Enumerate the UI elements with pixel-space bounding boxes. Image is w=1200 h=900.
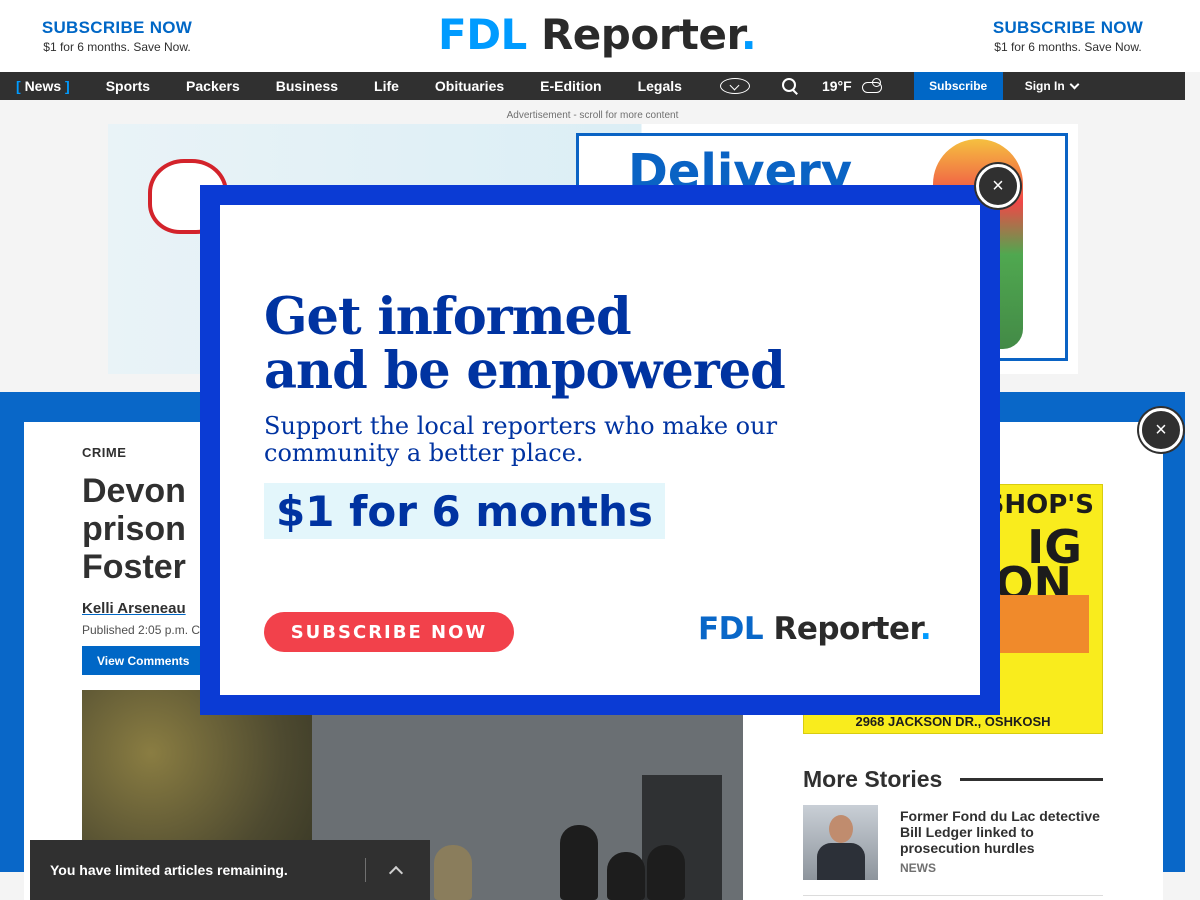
modal-logo-fdl: FDL	[698, 611, 764, 647]
site-logo[interactable]: FDL Reporter.	[438, 10, 757, 59]
modal-logo-dot: .	[919, 611, 932, 647]
close-ad-button[interactable]: ×	[1139, 408, 1183, 452]
story-tag: NEWS	[900, 861, 936, 875]
partly-cloudy-icon	[860, 78, 884, 94]
logo-dot: .	[740, 10, 757, 59]
promo-title[interactable]: SUBSCRIBE NOW	[38, 18, 196, 38]
sidebar-ad-text: SHOP'S	[985, 490, 1094, 520]
modal-content: Get informed and be empowered Support th…	[220, 205, 980, 695]
photo-person	[607, 852, 645, 900]
modal-subscribe-button[interactable]: SUBSCRIBE NOW	[264, 612, 514, 652]
subscribe-promo-right[interactable]: SUBSCRIBE NOW $1 for 6 months. Save Now.	[988, 18, 1148, 54]
modal-subtitle: Support the local reporters who make our…	[264, 412, 778, 467]
sidebar-ad-address: 2968 JACKSON DR., OSHKOSH	[855, 714, 1051, 729]
article-section-label[interactable]: CRIME	[82, 445, 126, 460]
subscription-modal: Get informed and be empowered Support th…	[200, 185, 1000, 715]
weather-temp: 19°F	[821, 78, 852, 94]
subscribe-button[interactable]: Subscribe	[913, 72, 1003, 100]
logo-reporter: Reporter	[526, 10, 741, 59]
more-stories-rule	[960, 778, 1103, 781]
more-stories-heading: More Stories	[803, 766, 943, 792]
modal-logo-reporter: Reporter	[763, 611, 920, 647]
thumbnail-person-head	[829, 815, 853, 843]
nav-item-news[interactable]: [ News ]	[0, 78, 88, 94]
chevron-up-icon	[388, 865, 404, 881]
promo-subtitle[interactable]: $1 for 6 months. Save Now.	[988, 40, 1148, 54]
modal-price-offer: $1 for 6 months	[264, 483, 665, 539]
main-nav: [ News ] Sports Packers Business Life Ob…	[0, 72, 1185, 100]
photo-person	[560, 825, 598, 900]
logo-fdl: FDL	[438, 10, 527, 59]
article-byline[interactable]: Kelli Arseneau	[82, 600, 186, 617]
limited-articles-bar: You have limited articles remaining.	[30, 840, 430, 900]
modal-logo: FDL Reporter.	[698, 611, 932, 647]
expand-toggle-button[interactable]	[366, 862, 426, 881]
story-thumbnail[interactable]	[803, 805, 878, 880]
promo-subtitle[interactable]: $1 for 6 months. Save Now.	[38, 40, 196, 54]
article-published-date: Published 2:05 p.m. C	[82, 623, 201, 637]
nav-item-sports[interactable]: Sports	[88, 78, 168, 94]
modal-close-button[interactable]: ×	[976, 164, 1020, 208]
modal-title: Get informed and be empowered	[264, 287, 786, 401]
nav-active-bracket-open: [	[16, 78, 21, 94]
thumbnail-person-body	[817, 843, 865, 880]
story-headline[interactable]: Former Fond du Lac detective Bill Ledger…	[900, 808, 1100, 856]
globe-chevron-icon[interactable]	[719, 78, 750, 94]
photo-person	[647, 845, 685, 900]
sidebar-ad-orange-box	[999, 595, 1089, 653]
nav-item-business[interactable]: Business	[258, 78, 356, 94]
promo-title[interactable]: SUBSCRIBE NOW	[988, 18, 1148, 38]
masthead: SUBSCRIBE NOW $1 for 6 months. Save Now.…	[0, 0, 1200, 72]
nav-item-label: News	[24, 78, 62, 94]
story-divider	[803, 895, 1103, 896]
nav-item-packers[interactable]: Packers	[168, 78, 258, 94]
modal-title-line: and be empowered	[264, 341, 786, 401]
modal-title-line: Get informed	[264, 287, 632, 347]
nav-item-obituaries[interactable]: Obituaries	[417, 78, 522, 94]
nav-item-life[interactable]: Life	[356, 78, 417, 94]
photo-person	[434, 845, 472, 900]
nav-active-bracket-close: ]	[65, 78, 70, 94]
close-icon: ×	[1155, 419, 1167, 441]
close-icon: ×	[992, 175, 1004, 197]
nav-item-e-edition[interactable]: E-Edition	[522, 78, 619, 94]
sign-in-button[interactable]: Sign In	[1024, 79, 1080, 93]
chevron-down-icon	[1069, 79, 1080, 89]
nav-item-legals[interactable]: Legals	[620, 78, 700, 94]
view-comments-button[interactable]: View Comments	[82, 646, 210, 675]
weather-widget[interactable]: 19°F	[822, 78, 884, 94]
limited-articles-text: You have limited articles remaining.	[50, 862, 288, 878]
sign-in-label: Sign In	[1024, 79, 1065, 93]
advertisement-label: Advertisement - scroll for more content	[506, 110, 679, 121]
subscribe-promo-left[interactable]: SUBSCRIBE NOW $1 for 6 months. Save Now.	[38, 18, 196, 54]
search-icon[interactable]	[780, 76, 800, 96]
